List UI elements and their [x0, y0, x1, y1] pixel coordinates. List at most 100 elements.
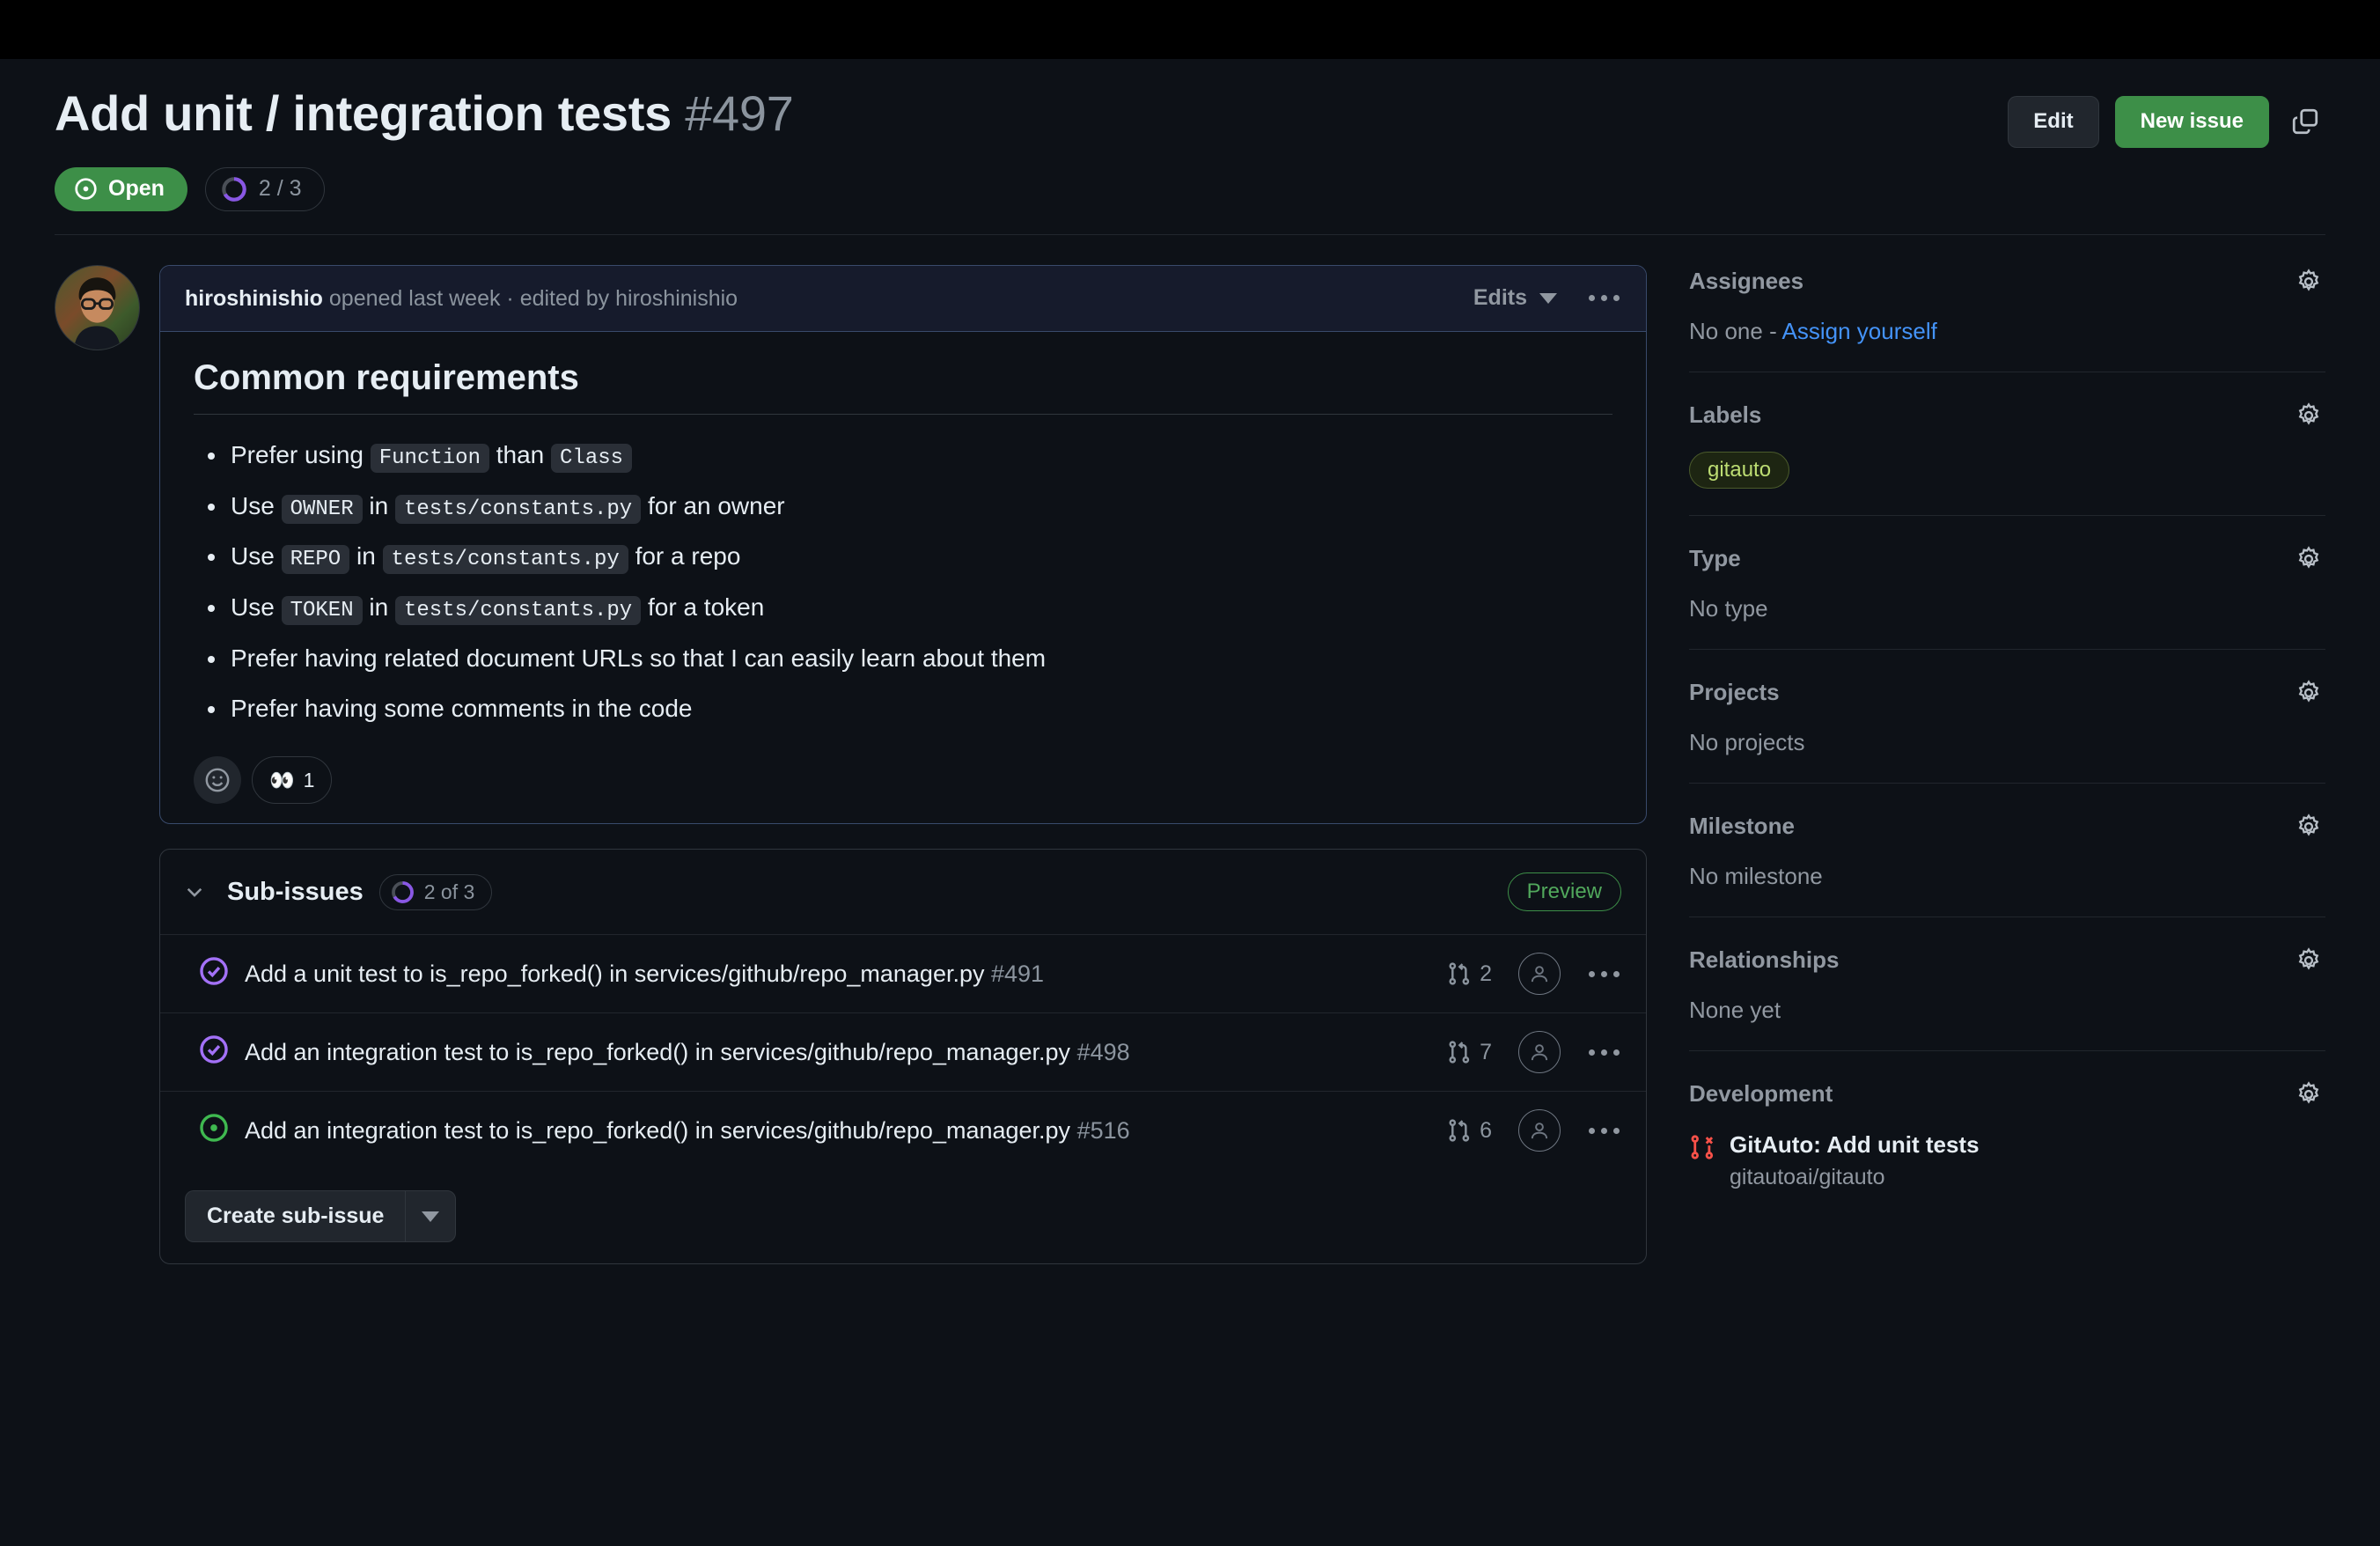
- create-sub-issue-button[interactable]: Create sub-issue: [185, 1190, 406, 1243]
- linked-pull-request-count: 6: [1480, 1117, 1492, 1143]
- avatar[interactable]: [55, 264, 140, 350]
- issue-header: Add unit / integration tests #497 Edit N…: [55, 59, 2325, 235]
- sub-issue-title[interactable]: Add an integration test to is_repo_forke…: [245, 1035, 1431, 1069]
- page-title: Add unit / integration tests #497: [55, 82, 794, 142]
- linked-pull-requests[interactable]: 7: [1447, 1040, 1492, 1065]
- linked-pull-requests[interactable]: 2: [1447, 961, 1492, 987]
- development-item-title: GitAuto: Add unit tests: [1730, 1130, 1980, 1158]
- assignee-placeholder-icon[interactable]: [1518, 1109, 1561, 1152]
- sub-issues-header-left: Sub-issues 2 of 3: [178, 873, 493, 910]
- development-header: Development: [1689, 1078, 2325, 1111]
- sidebar-section-relationships: Relationships None yet: [1689, 916, 2325, 1050]
- linked-pull-request-count: 2: [1480, 961, 1492, 986]
- inline-code: Class: [551, 443, 633, 473]
- caret-down-icon[interactable]: [405, 1190, 457, 1243]
- sub-issue-row[interactable]: Add a unit test to is_repo_forked() in s…: [160, 934, 1646, 1012]
- label-chip-gitauto[interactable]: gitauto: [1689, 451, 1790, 489]
- sub-issue-title-text: Add an integration test to is_repo_forke…: [245, 1039, 1077, 1065]
- milestone-title: Milestone: [1689, 813, 1795, 840]
- requirement-text: Prefer having related document URLs so t…: [231, 644, 1047, 672]
- sidebar-section-milestone: Milestone No milestone: [1689, 782, 2325, 917]
- comment-body: Common requirements Prefer using Functio…: [160, 332, 1646, 823]
- new-issue-button[interactable]: New issue: [2114, 96, 2269, 148]
- requirement-text: in: [362, 491, 395, 519]
- requirement-text: than: [488, 440, 552, 468]
- projects-header: Projects: [1689, 676, 2325, 710]
- sub-issue-number: #516: [1076, 1117, 1130, 1144]
- pull-request-icon: [1447, 1040, 1472, 1064]
- sub-issues-list: Add a unit test to is_repo_forked() in s…: [160, 934, 1646, 1169]
- comment-kebab-menu-icon[interactable]: [1587, 290, 1621, 306]
- sidebar: Assignees No one - Assign yourself Label…: [1689, 265, 2325, 1264]
- sub-issue-row[interactable]: Add an integration test to is_repo_forke…: [160, 1012, 1646, 1091]
- progress-ring-icon: [391, 880, 415, 904]
- inline-code: tests/constants.py: [394, 494, 642, 524]
- sub-issue-kebab-menu-icon[interactable]: [1587, 1123, 1621, 1139]
- sidebar-section-assignees: Assignees No one - Assign yourself: [1689, 265, 2325, 372]
- reaction-eyes-button[interactable]: 👀 1: [252, 756, 333, 805]
- sub-issues-count-badge: 2 of 3: [378, 873, 493, 910]
- main-column: hiroshinishio opened last week · edited …: [55, 264, 1647, 1265]
- inline-code: OWNER: [281, 494, 363, 524]
- assignee-placeholder-icon[interactable]: [1518, 953, 1561, 996]
- relationships-title: Relationships: [1689, 946, 1840, 974]
- header-actions: Edit New issue: [2008, 82, 2325, 148]
- edit-button[interactable]: Edit: [2008, 96, 2099, 148]
- gear-icon[interactable]: [2292, 944, 2325, 977]
- main-stack: hiroshinishio opened last week · edited …: [159, 264, 1647, 1265]
- requirement-item: Use TOKEN in tests/constants.py for a to…: [194, 590, 1612, 627]
- comment-author[interactable]: hiroshinishio: [185, 286, 323, 311]
- gear-icon[interactable]: [2292, 676, 2325, 710]
- copy-icon[interactable]: [2285, 101, 2325, 142]
- sub-issue-row[interactable]: Add an integration test to is_repo_forke…: [160, 1091, 1646, 1169]
- sub-issues-count-label: 2 of 3: [423, 880, 475, 903]
- add-reaction-icon[interactable]: [194, 756, 241, 805]
- sub-issue-row-actions: 2: [1447, 953, 1621, 996]
- gear-icon[interactable]: [2292, 542, 2325, 576]
- chevron-down-icon[interactable]: [178, 877, 211, 907]
- sub-issue-kebab-menu-icon[interactable]: [1587, 966, 1621, 983]
- sub-issue-kebab-menu-icon[interactable]: [1587, 1044, 1621, 1061]
- gear-icon[interactable]: [2292, 1078, 2325, 1111]
- requirement-text: Prefer having some comments in the code: [231, 694, 693, 722]
- issue-closed-check-icon: [199, 1031, 229, 1064]
- comment-header-actions: Edits: [1473, 285, 1621, 311]
- gear-icon[interactable]: [2292, 399, 2325, 432]
- issue-number: #497: [685, 85, 794, 141]
- assign-yourself-link[interactable]: Assign yourself: [1782, 318, 1937, 344]
- pull-request-closed-icon: [1689, 1130, 1715, 1160]
- sub-issue-title[interactable]: Add a unit test to is_repo_forked() in s…: [245, 957, 1431, 990]
- pull-request-icon: [1447, 961, 1472, 986]
- issue-comment-card: hiroshinishio opened last week · edited …: [159, 264, 1647, 825]
- type-value: No type: [1689, 594, 1768, 622]
- inline-code: REPO: [281, 545, 350, 575]
- progress-ring-icon: [221, 176, 247, 202]
- requirement-text: Use: [231, 491, 282, 519]
- linked-pull-requests[interactable]: 6: [1447, 1118, 1492, 1144]
- requirement-text: for an owner: [641, 491, 785, 519]
- assignee-placeholder-icon[interactable]: [1518, 1031, 1561, 1074]
- requirement-item: Prefer having some comments in the code: [194, 691, 1612, 727]
- sub-issues-header: Sub-issues 2 of 3 Preview: [160, 850, 1646, 934]
- gear-icon[interactable]: [2292, 810, 2325, 843]
- issue-page: Add unit / integration tests #497 Edit N…: [0, 59, 2380, 1265]
- sub-progress-label: 2 / 3: [258, 176, 302, 202]
- requirement-text: Use: [231, 542, 282, 571]
- status-badge-label: Open: [108, 176, 165, 202]
- issue-open-icon: [199, 1109, 229, 1143]
- development-item[interactable]: GitAuto: Add unit tests gitautoai/gitaut…: [1689, 1130, 2325, 1191]
- sub-issue-title[interactable]: Add an integration test to is_repo_forke…: [245, 1114, 1431, 1147]
- edits-dropdown-button[interactable]: Edits: [1473, 285, 1557, 311]
- requirement-item: Use REPO in tests/constants.py for a rep…: [194, 539, 1612, 576]
- sub-progress-badge[interactable]: 2 / 3: [204, 166, 325, 211]
- sub-issue-row-actions: 6: [1447, 1109, 1621, 1152]
- relationships-value: None yet: [1689, 996, 1781, 1023]
- sub-issue-title-text: Add an integration test to is_repo_forke…: [245, 1117, 1077, 1144]
- gear-icon[interactable]: [2292, 265, 2325, 298]
- inline-code: tests/constants.py: [382, 545, 628, 575]
- issue-title-text: Add unit / integration tests: [55, 85, 672, 141]
- pull-request-icon: [1447, 1118, 1472, 1143]
- title-row: Add unit / integration tests #497 Edit N…: [55, 82, 2325, 148]
- assignees-header: Assignees: [1689, 265, 2325, 298]
- preview-badge: Preview: [1507, 872, 1621, 912]
